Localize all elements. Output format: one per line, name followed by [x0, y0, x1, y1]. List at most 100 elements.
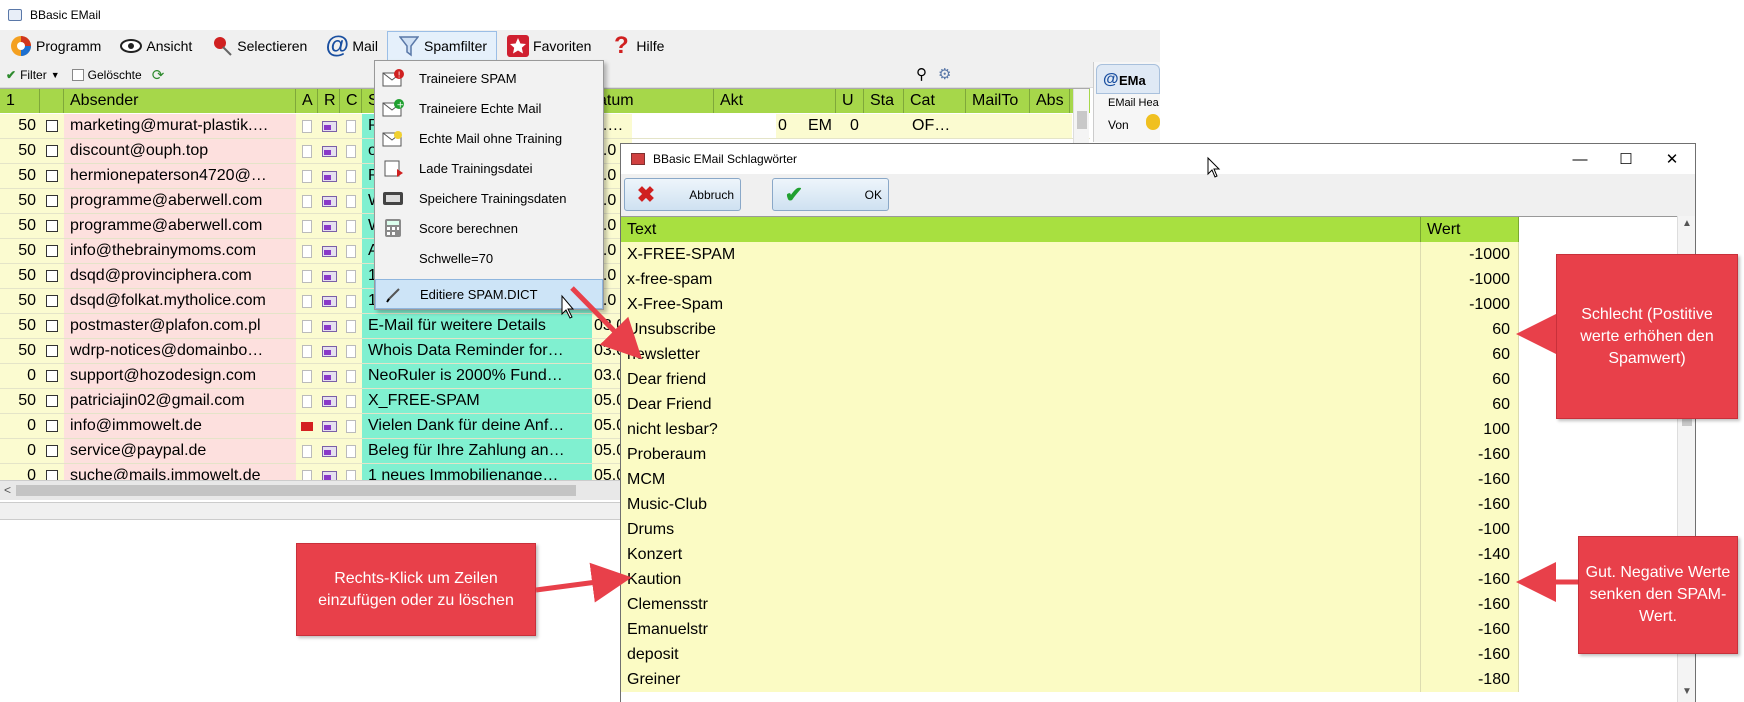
keyword-row[interactable]: Dear Friend 60	[621, 392, 1519, 417]
keyword-text[interactable]: x-free-spam	[621, 267, 1421, 292]
menu-favoriten[interactable]: Favoriten	[497, 31, 600, 61]
col-u[interactable]: U	[836, 89, 864, 113]
ok-button[interactable]: ✔ OK	[772, 178, 889, 211]
email-tab[interactable]: @ EMa	[1096, 64, 1160, 94]
keyword-row[interactable]: x-free-spam -1000	[621, 267, 1519, 292]
menu-mail[interactable]: @ Mail	[316, 31, 387, 61]
keyword-text[interactable]: Proberaum	[621, 442, 1421, 467]
row-checkbox[interactable]	[40, 139, 64, 163]
keyword-value[interactable]: -160	[1421, 592, 1519, 617]
menu-spamfilter[interactable]: Spamfilter	[387, 31, 498, 61]
row-checkbox[interactable]	[40, 114, 64, 138]
deleted-checkbox[interactable]	[71, 68, 84, 81]
keyword-text[interactable]: Clemensstr	[621, 592, 1421, 617]
close-icon[interactable]: ✕	[1649, 144, 1695, 174]
menu-selectieren[interactable]: Selectieren	[201, 31, 316, 61]
keyword-value[interactable]: -160	[1421, 642, 1519, 667]
checkbox-box[interactable]	[46, 145, 58, 157]
row-checkbox[interactable]	[40, 239, 64, 263]
keyword-row[interactable]: Emanuelstr -160	[621, 617, 1519, 642]
keyword-text[interactable]: Drums	[621, 517, 1421, 542]
col-num[interactable]: 1	[0, 89, 40, 113]
row-checkbox[interactable]	[40, 439, 64, 463]
gear-icon[interactable]: ⚙	[938, 65, 951, 83]
menu-item-edit-spam-dict[interactable]: Editiere SPAM.DICT	[375, 279, 603, 309]
maximize-icon[interactable]: ☐	[1603, 144, 1649, 174]
keyword-value[interactable]: -1000	[1421, 267, 1519, 292]
keyword-row[interactable]: X-Free-Spam -1000	[621, 292, 1519, 317]
col-status[interactable]: Sta	[864, 89, 904, 113]
checkbox-box[interactable]	[46, 220, 58, 232]
checkbox-box[interactable]	[46, 170, 58, 182]
keyword-text[interactable]: Emanuelstr	[621, 617, 1421, 642]
col-akt[interactable]: Akt	[714, 89, 836, 113]
col-date[interactable]: atum	[592, 89, 714, 113]
row-checkbox[interactable]	[40, 289, 64, 313]
keyword-value[interactable]: -180	[1421, 667, 1519, 692]
row-checkbox[interactable]	[40, 314, 64, 338]
keyword-text[interactable]: Unsubscribe	[621, 317, 1421, 342]
keyword-row[interactable]: MCM -160	[621, 467, 1519, 492]
col-cat[interactable]: Cat	[904, 89, 966, 113]
col-a[interactable]: A	[296, 89, 318, 113]
keyword-value[interactable]: -160	[1421, 492, 1519, 517]
keyword-row[interactable]: Music-Club -160	[621, 492, 1519, 517]
scroll-thumb[interactable]	[1077, 111, 1087, 129]
keyword-row[interactable]: Unsubscribe 60	[621, 317, 1519, 342]
keyword-text[interactable]: Dear Friend	[621, 392, 1421, 417]
keyword-text[interactable]: Konzert	[621, 542, 1421, 567]
keyword-row[interactable]: Kaution -160	[621, 567, 1519, 592]
keyword-text[interactable]: Dear friend	[621, 367, 1421, 392]
keyword-row[interactable]: X-FREE-SPAM -1000	[621, 242, 1519, 267]
keyword-text[interactable]: newsletter	[621, 342, 1421, 367]
keyword-text[interactable]: Music-Club	[621, 492, 1421, 517]
refresh-icon[interactable]: ⟳	[152, 66, 165, 84]
col-mailto[interactable]: MailTo	[966, 89, 1030, 113]
menu-item-mail-no-training[interactable]: Echte Mail ohne Training	[375, 123, 603, 153]
menu-item-train-ham[interactable]: + Traineiere Echte Mail	[375, 93, 603, 123]
menu-item-save-training[interactable]: Speichere Trainingsdaten	[375, 183, 603, 213]
keyword-row[interactable]: Clemensstr -160	[621, 592, 1519, 617]
row-checkbox[interactable]	[40, 414, 64, 438]
keyword-row[interactable]: nicht lesbar? 100	[621, 417, 1519, 442]
keyword-text[interactable]: Kaution	[621, 567, 1421, 592]
keyword-value[interactable]: -100	[1421, 517, 1519, 542]
col-check[interactable]	[40, 89, 64, 113]
keyword-value[interactable]: -160	[1421, 467, 1519, 492]
menu-item-train-spam[interactable]: ! Traineiere SPAM	[375, 63, 603, 93]
menu-item-score[interactable]: Score berechnen	[375, 213, 603, 243]
keyword-value[interactable]: 60	[1421, 367, 1519, 392]
row-checkbox[interactable]	[40, 339, 64, 363]
checkbox-box[interactable]	[46, 445, 58, 457]
keyword-value[interactable]: -160	[1421, 567, 1519, 592]
checkbox-box[interactable]	[46, 320, 58, 332]
col-value[interactable]: Wert	[1421, 217, 1519, 242]
checkbox-box[interactable]	[46, 345, 58, 357]
menu-hilfe[interactable]: ? Hilfe	[600, 31, 673, 61]
keyword-text[interactable]: deposit	[621, 642, 1421, 667]
col-text[interactable]: Text	[621, 217, 1421, 242]
keyword-value[interactable]: -1000	[1421, 292, 1519, 317]
checkbox-box[interactable]	[46, 395, 58, 407]
row-checkbox[interactable]	[40, 364, 64, 388]
checkbox-box[interactable]	[46, 245, 58, 257]
checkbox-box[interactable]	[46, 370, 58, 382]
keyword-value[interactable]: 60	[1421, 342, 1519, 367]
row-checkbox[interactable]	[40, 189, 64, 213]
keyword-row[interactable]: Drums -100	[621, 517, 1519, 542]
checkbox-box[interactable]	[46, 195, 58, 207]
keyword-value[interactable]: 60	[1421, 392, 1519, 417]
checkbox-box[interactable]	[46, 270, 58, 282]
col-abs[interactable]: Abs	[1030, 89, 1070, 113]
keyword-text[interactable]: X-FREE-SPAM	[621, 242, 1421, 267]
menu-programm[interactable]: Programm	[0, 31, 110, 61]
row-checkbox[interactable]	[40, 164, 64, 188]
keyword-row[interactable]: newsletter 60	[621, 342, 1519, 367]
keyword-text[interactable]: Greiner	[621, 667, 1421, 692]
chevron-up-icon[interactable]: ▲	[1682, 218, 1692, 229]
col-r[interactable]: R	[318, 89, 340, 113]
email-list-hscroll[interactable]: <	[0, 480, 620, 500]
chevron-left-icon[interactable]: <	[4, 483, 11, 497]
checkbox-box[interactable]	[46, 295, 58, 307]
menu-item-threshold[interactable]: Schwelle=70	[375, 243, 603, 273]
